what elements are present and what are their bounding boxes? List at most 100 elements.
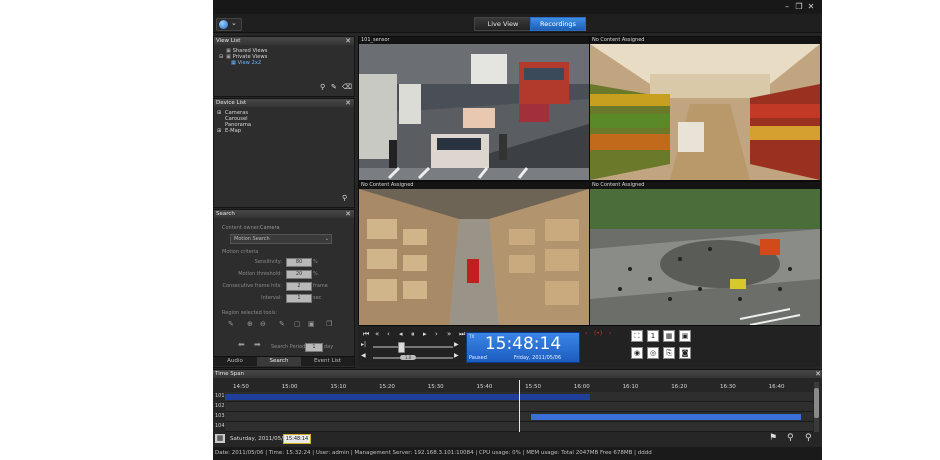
copy-region-icon[interactable]: ❐ — [326, 320, 332, 328]
restore-button[interactable]: ❐ — [795, 3, 803, 11]
tree-item-emap[interactable]: ⊞ E-Map — [217, 128, 251, 134]
timeline-tick: 14:50 — [233, 384, 249, 390]
timeline-tick: 15:00 — [281, 384, 298, 390]
timeline-tick: 15:40 — [476, 384, 493, 390]
recording-segment[interactable] — [530, 414, 802, 420]
edit-icon[interactable]: ✎ — [331, 83, 337, 91]
save-icon[interactable]: ▣ — [679, 330, 691, 342]
layout-1x1-button[interactable]: 1 — [647, 330, 659, 342]
timeline-tick: 15:30 — [427, 384, 444, 390]
search-type-select[interactable]: Motion Search ⌄ — [230, 234, 332, 244]
close-device-list-button[interactable]: ✕ — [345, 99, 351, 107]
close-view-list-button[interactable]: ✕ — [345, 37, 351, 45]
step-forward-button[interactable]: › — [435, 330, 438, 338]
motion-criteria-label: Motion criteria — [222, 249, 259, 255]
add-region-icon[interactable]: ⊕ — [247, 320, 253, 328]
search-title: Search — [216, 211, 235, 217]
search-icon[interactable]: ⚲ — [320, 83, 325, 91]
timeline-tick: 15:20 — [379, 384, 395, 390]
step-back-button[interactable]: ‹ — [387, 330, 390, 338]
timeline-cursor[interactable] — [519, 380, 520, 432]
go-end-button[interactable]: ⏭ — [459, 330, 465, 338]
arrow-right-icon[interactable]: ➡ — [254, 340, 261, 349]
seek-forward-icon[interactable]: ▶ — [454, 341, 459, 349]
rect-icon[interactable]: ▢ — [294, 320, 301, 328]
tab-audio[interactable]: Audio — [213, 356, 257, 366]
play-reverse-button[interactable]: ◂ — [399, 330, 403, 338]
chevron-down-icon: ⌄ — [231, 19, 237, 27]
tab-recordings[interactable]: Recordings — [530, 17, 586, 31]
play-button[interactable]: ▸ — [423, 330, 427, 338]
seek-slider-knob[interactable] — [398, 342, 405, 353]
video-tile-3[interactable]: No Content Assigned — [358, 181, 590, 326]
export-icon[interactable]: ⎘ — [663, 347, 675, 359]
playback-state: Paused — [469, 355, 487, 361]
tab-search[interactable]: Search — [257, 356, 301, 366]
video-tile-4[interactable]: No Content Assigned — [589, 181, 821, 326]
plaza-scene-image — [590, 189, 820, 325]
audio-wave-icon[interactable]: (•) — [594, 330, 602, 338]
snapshot-camera-icon[interactable]: ◙ — [679, 347, 691, 359]
calendar-icon[interactable]: ▦ — [215, 434, 225, 443]
zoom-in-icon[interactable]: ⚲ — [805, 433, 812, 443]
search-icon[interactable]: ⚲ — [342, 194, 347, 202]
close-search-button[interactable]: ✕ — [345, 210, 351, 218]
threshold-stepper[interactable]: 20 — [286, 270, 312, 279]
main-menu-button[interactable]: ⌄ — [216, 18, 242, 31]
timeline-scrollbar[interactable] — [814, 382, 819, 432]
speed-knob[interactable]: 1.0 — [400, 355, 416, 360]
seek-slider[interactable] — [373, 346, 453, 348]
region-tools: ✎ ⊕ ⊖ ✎ ▢ ▣ ❐ — [228, 320, 346, 330]
go-start-button[interactable]: ⏮ — [363, 330, 369, 338]
zoom-out-icon[interactable]: ⚲ — [787, 433, 794, 443]
layout-grid-icon[interactable]: ▦ — [663, 330, 675, 342]
content-owner-label: Content owner: — [222, 225, 261, 231]
video-tile-1[interactable]: 101_sensor — [358, 36, 590, 181]
zoom-icon[interactable]: ◎ — [647, 347, 659, 359]
playback-time: 15:48:14 — [484, 334, 562, 354]
seek-back-icon[interactable]: ▸| — [361, 341, 366, 349]
remove-region-icon[interactable]: ⊖ — [260, 320, 266, 328]
consecutive-stepper[interactable]: 2 — [286, 282, 312, 291]
draw-icon[interactable]: ✎ — [279, 320, 285, 328]
minimize-button[interactable]: – — [783, 3, 791, 11]
next-event-icon[interactable]: › — [609, 330, 611, 338]
fullscreen-icon[interactable]: ⛶ — [631, 330, 643, 342]
sensitivity-label: Sensitivity: — [254, 259, 282, 265]
flag-icon[interactable]: ⚑ — [769, 433, 777, 443]
video-tile-2[interactable]: No Content Assigned — [589, 36, 821, 181]
tile-label: No Content Assigned — [359, 182, 589, 189]
interval-stepper[interactable]: 1 — [286, 294, 312, 303]
close-time-span-button[interactable]: ✕ — [815, 370, 821, 378]
tab-event-list[interactable]: Event List — [301, 356, 354, 366]
tree-item-view-2x2[interactable]: ▦ View 2x2 — [219, 60, 268, 66]
region-icon[interactable]: ▣ — [308, 320, 315, 328]
tile-label: 101_sensor — [359, 37, 589, 44]
search-period-unit: day — [324, 344, 334, 350]
globe-icon — [219, 20, 228, 29]
device-list-panel: Device List ✕ ⊞ Cameras Carousel Panorama… — [213, 98, 355, 208]
search-panel: Search ✕ Content owner: Camera Motion Se… — [213, 209, 355, 368]
prev-event-icon[interactable]: ‹ — [585, 330, 587, 338]
arrow-left-icon[interactable]: ⬅ — [238, 340, 245, 349]
scrollbar-thumb[interactable] — [814, 388, 819, 418]
fast-forward-button[interactable]: » — [447, 330, 451, 338]
threshold-unit: % — [313, 271, 318, 277]
recording-segment[interactable] — [225, 394, 590, 400]
tab-live-view[interactable]: Live View — [474, 17, 532, 31]
close-button[interactable]: ✕ — [807, 3, 815, 11]
timeline-time-input[interactable]: 15:48:14 — [283, 434, 311, 444]
record-icon[interactable]: ◉ — [631, 347, 643, 359]
speed-up-icon[interactable]: ▶ — [454, 352, 459, 360]
timeline-tick: 15:50 — [525, 384, 542, 390]
timeline-row-label: 102 — [215, 403, 225, 409]
pause-button[interactable]: ⏸ — [411, 330, 415, 338]
pen-icon[interactable]: ✎ — [228, 320, 234, 328]
speed-down-icon[interactable]: ◀ — [361, 352, 366, 360]
delete-icon[interactable]: ⌫ — [342, 83, 352, 91]
fast-rewind-button[interactable]: « — [375, 330, 379, 338]
view-list-title: View List — [216, 38, 241, 44]
search-period-stepper[interactable]: 1 — [305, 343, 323, 352]
playback-clock: TX 15:48:14 Paused Friday, 2011/05/06 — [466, 332, 580, 363]
sensitivity-stepper[interactable]: 80 — [286, 258, 312, 267]
